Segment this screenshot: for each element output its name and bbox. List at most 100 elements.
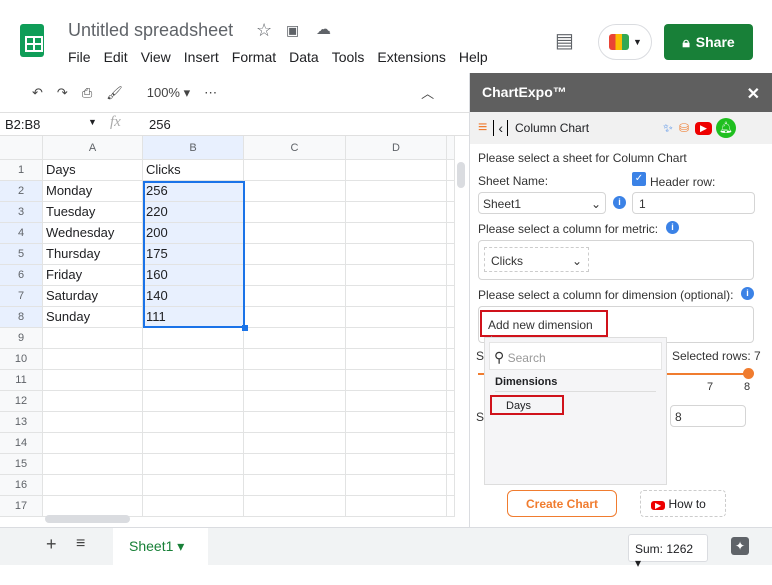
back-icon[interactable]: ‹ <box>493 120 509 136</box>
row-header[interactable]: 7 <box>0 286 43 307</box>
end-row-input[interactable]: 8 <box>670 405 746 427</box>
menu-file[interactable]: File <box>68 49 91 65</box>
cell[interactable] <box>244 181 346 202</box>
cell[interactable] <box>43 370 143 391</box>
name-box[interactable]: B2:B8 <box>5 117 40 132</box>
paint-format-icon[interactable]: 🖌︎ <box>106 85 123 101</box>
column-header-a[interactable]: A <box>43 136 143 160</box>
cell[interactable] <box>244 349 346 370</box>
cell[interactable] <box>346 454 447 475</box>
cell[interactable] <box>244 433 346 454</box>
header-row-input[interactable]: 1 <box>632 192 755 214</box>
cell[interactable] <box>346 328 447 349</box>
create-chart-button[interactable]: Create Chart <box>507 490 617 517</box>
explore-icon[interactable]: ✦ <box>731 537 749 555</box>
dropdown-search-input[interactable]: ⚲ Search <box>489 342 662 370</box>
row-header[interactable]: 13 <box>0 412 43 433</box>
cell[interactable] <box>43 454 143 475</box>
cell[interactable] <box>244 454 346 475</box>
collapse-toolbar-icon[interactable]: ︿ <box>421 83 434 102</box>
menu-help[interactable]: Help <box>459 49 488 65</box>
cell[interactable] <box>143 496 244 517</box>
cell[interactable] <box>346 181 447 202</box>
menu-data[interactable]: Data <box>289 49 319 65</box>
cell[interactable] <box>244 475 346 496</box>
comments-icon[interactable]: ▤ <box>555 28 574 53</box>
row-header[interactable]: 9 <box>0 328 43 349</box>
dropdown-item-days[interactable]: Days <box>490 395 564 415</box>
metric-select[interactable]: Clicks ⌄ <box>484 247 589 272</box>
cell[interactable] <box>244 412 346 433</box>
cell[interactable]: Sunday <box>43 307 143 328</box>
cell[interactable] <box>143 349 244 370</box>
move-folder-icon[interactable]: ▣ <box>286 22 299 39</box>
vertical-scrollbar[interactable] <box>457 162 465 188</box>
cell[interactable] <box>244 307 346 328</box>
column-header-d[interactable]: D <box>346 136 447 160</box>
cell[interactable] <box>143 433 244 454</box>
cell[interactable]: Tuesday <box>43 202 143 223</box>
hamburger-menu-icon[interactable]: ≡ <box>478 119 487 137</box>
cell[interactable] <box>244 223 346 244</box>
info-icon[interactable]: i <box>613 196 626 209</box>
menu-view[interactable]: View <box>141 49 171 65</box>
cell[interactable] <box>143 391 244 412</box>
menu-tools[interactable]: Tools <box>332 49 365 65</box>
cell[interactable] <box>143 328 244 349</box>
fill-handle[interactable] <box>242 325 248 331</box>
info-icon[interactable]: i <box>666 221 679 234</box>
row-header[interactable]: 11 <box>0 370 43 391</box>
cell[interactable] <box>43 433 143 454</box>
cell[interactable] <box>346 160 447 181</box>
cell[interactable]: Friday <box>43 265 143 286</box>
cell[interactable] <box>43 349 143 370</box>
cell[interactable] <box>346 370 447 391</box>
chevron-down-icon[interactable]: ▼ <box>88 117 97 127</box>
close-icon[interactable]: ✕ <box>747 84 760 104</box>
cell[interactable] <box>244 265 346 286</box>
youtube-icon[interactable]: ▶ <box>695 121 712 135</box>
row-header[interactable]: 12 <box>0 391 43 412</box>
cell[interactable] <box>346 433 447 454</box>
cell[interactable] <box>346 244 447 265</box>
cell[interactable] <box>346 349 447 370</box>
cell[interactable] <box>244 244 346 265</box>
spreadsheet-grid[interactable]: A B C D 1 Days Clicks 2 Monday 256 3 Tuesday 220 4 Wed… <box>0 136 455 517</box>
menu-format[interactable]: Format <box>232 49 276 65</box>
cell[interactable] <box>346 391 447 412</box>
cell[interactable]: Clicks <box>143 160 244 181</box>
more-icon[interactable]: ⋯ <box>204 85 217 101</box>
menu-extensions[interactable]: Extensions <box>377 49 445 65</box>
cell[interactable]: 175 <box>143 244 244 265</box>
add-dimension-button[interactable]: Add new dimension + <box>480 310 608 346</box>
formula-input[interactable]: 256 <box>149 117 171 132</box>
row-header[interactable]: 16 <box>0 475 43 496</box>
all-sheets-icon[interactable]: ≡ <box>76 535 85 553</box>
row-header[interactable]: 4 <box>0 223 43 244</box>
cell[interactable]: 256 <box>143 181 244 202</box>
star-icon[interactable]: ☆ <box>256 20 272 41</box>
add-sheet-icon[interactable]: + <box>46 534 57 555</box>
cell[interactable]: 200 <box>143 223 244 244</box>
cell[interactable] <box>244 328 346 349</box>
cell[interactable] <box>43 412 143 433</box>
redo-icon[interactable]: ↷ <box>57 85 68 101</box>
undo-icon[interactable]: ↶ <box>32 85 43 101</box>
document-title[interactable]: Untitled spreadsheet <box>68 20 233 41</box>
cell[interactable] <box>43 496 143 517</box>
how-to-button[interactable]: ▶ How to <box>640 490 726 517</box>
cell[interactable] <box>244 202 346 223</box>
magic-wand-icon[interactable]: ✨︎ <box>663 121 673 136</box>
cell[interactable] <box>244 391 346 412</box>
cell[interactable] <box>244 286 346 307</box>
row-header[interactable]: 6 <box>0 265 43 286</box>
cell[interactable] <box>143 475 244 496</box>
meet-button[interactable]: ▼ <box>598 24 652 60</box>
cell[interactable] <box>346 307 447 328</box>
row-header[interactable]: 15 <box>0 454 43 475</box>
share-button[interactable]: 🔒︎ Share <box>664 24 753 60</box>
menu-insert[interactable]: Insert <box>184 49 219 65</box>
horizontal-scrollbar[interactable] <box>45 515 130 523</box>
row-header[interactable]: 1 <box>0 160 43 181</box>
row-header[interactable]: 14 <box>0 433 43 454</box>
